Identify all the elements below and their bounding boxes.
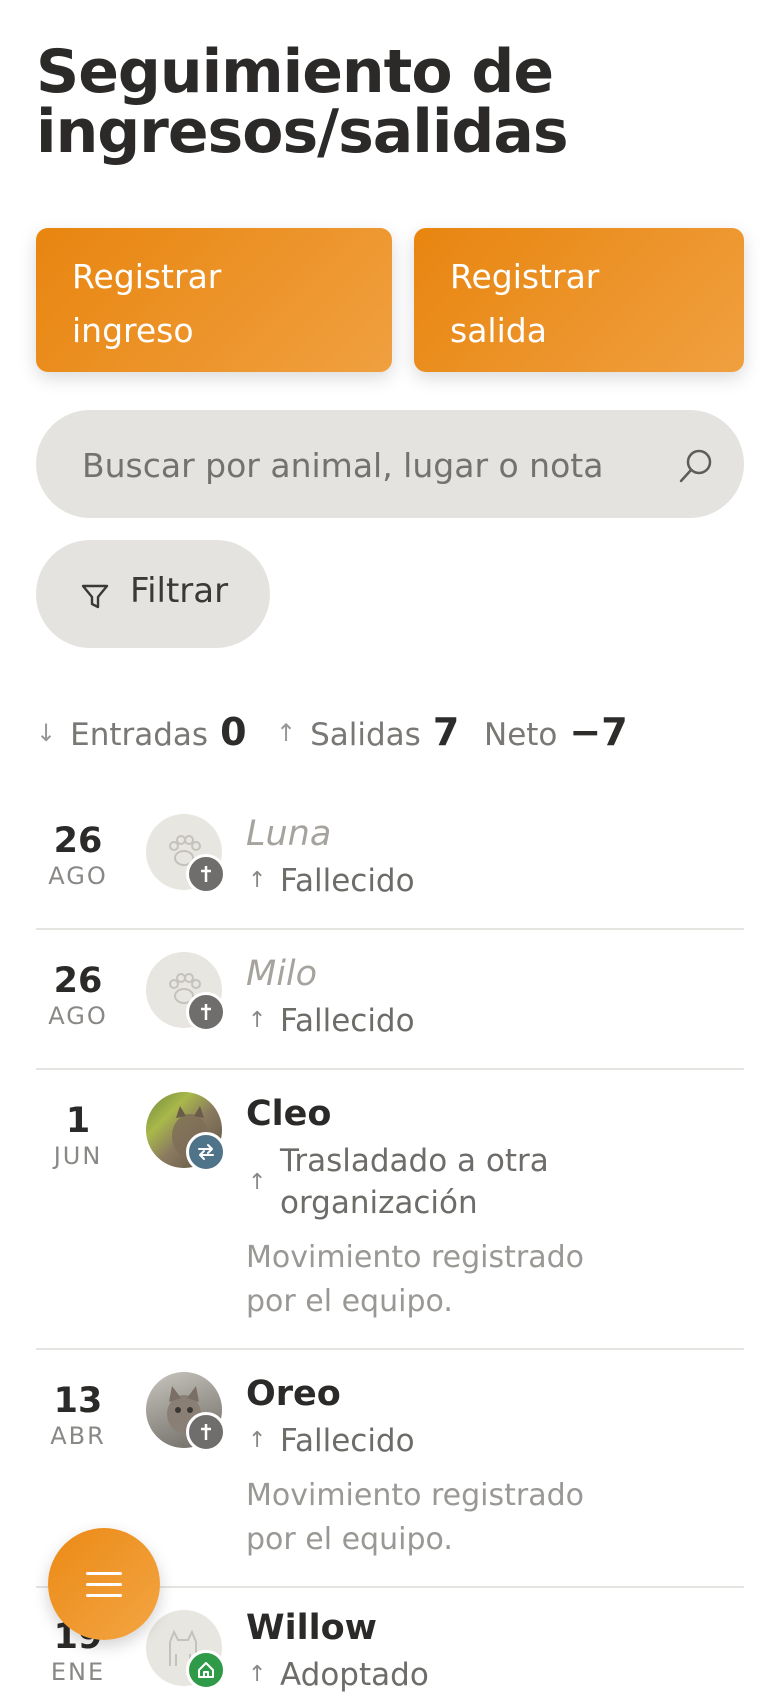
animal-name: Willow: [246, 1608, 377, 1648]
menu-fab-button[interactable]: [48, 1528, 160, 1640]
transfer-icon: [186, 1132, 226, 1172]
register-out-button[interactable]: Registrar salida: [414, 228, 744, 372]
search-icon[interactable]: [676, 446, 716, 486]
filter-label: Filtrar: [130, 571, 229, 611]
animal-name: Milo: [246, 954, 318, 994]
arrow-up-icon: ↑: [248, 1662, 267, 1687]
page-title: Seguimiento de ingresos/salidas: [36, 37, 569, 167]
movement-reason: ↑ Fallecido: [246, 1420, 706, 1462]
search-bar: [36, 410, 744, 518]
movement-note: Movimiento registrado por el equipo.: [246, 1240, 585, 1319]
arrow-up-icon: ↑: [248, 1170, 267, 1195]
avatar: [146, 1610, 226, 1690]
stat-exits: ↑ Salidas 7: [276, 710, 460, 754]
movement-info: Luna ↑ Fallecido: [246, 812, 706, 902]
arrow-up-icon: ↑: [248, 868, 267, 893]
list-item[interactable]: 26 AGO Milo ↑ Fallecido: [36, 928, 744, 1070]
avatar: [146, 1092, 226, 1172]
animal-name: Luna: [246, 814, 332, 854]
animal-name: Cleo: [246, 1094, 332, 1134]
movement-info: Oreo ↑ Fallecido Movimiento registrado por…: [246, 1372, 706, 1562]
animal-name: Oreo: [246, 1374, 341, 1414]
cross-icon: [186, 1412, 226, 1452]
date: 1 JUN: [53, 1101, 103, 1170]
stat-net: Neto −7: [484, 710, 628, 754]
arrow-up-icon: ↑: [248, 1008, 267, 1033]
movement-note: Movimiento registrado por el equipo.: [246, 1478, 585, 1557]
date: 26 AGO: [48, 961, 108, 1030]
stat-entries: ↓ Entradas 0: [36, 710, 247, 754]
movement-stats: ↓ Entradas 0 ↑ Salidas 7 Neto −7: [36, 710, 744, 760]
date: 26 AGO: [48, 821, 108, 890]
avatar: [146, 952, 226, 1032]
search-input[interactable]: [80, 438, 644, 492]
movement-reason: ↑ Trasladado a otra organización: [248, 1143, 549, 1221]
cross-icon: [186, 854, 226, 894]
filter-icon: [81, 584, 109, 609]
avatar: [146, 814, 226, 894]
arrow-up-icon: ↑: [276, 719, 297, 747]
arrow-up-icon: ↑: [248, 1428, 267, 1453]
movement-reason: ↑ Adoptado: [246, 1654, 706, 1696]
home-icon: [186, 1650, 226, 1690]
register-in-button[interactable]: Registrar ingreso: [36, 228, 392, 372]
movement-reason: ↑ Fallecido: [246, 1000, 706, 1042]
movement-info: Willow ↑ Adoptado: [246, 1606, 706, 1696]
avatar: [146, 1372, 226, 1452]
date: 13 ABR: [50, 1381, 106, 1450]
arrow-down-icon: ↓: [36, 719, 57, 747]
list-item[interactable]: 1 JUN Cleo ↑ Trasladado a otra organizació…: [36, 1068, 744, 1350]
action-buttons: Registrar ingreso Registrar salida: [36, 228, 744, 372]
list-item[interactable]: 26 AGO Luna ↑ Fallecido: [36, 798, 744, 930]
cross-icon: [186, 992, 226, 1032]
movement-reason: ↑ Fallecido: [246, 860, 706, 902]
movement-info: Cleo ↑ Trasladado a otra organización Movi…: [246, 1092, 706, 1324]
movement-info: Milo ↑ Fallecido: [246, 952, 706, 1042]
filter-button[interactable]: Filtrar: [36, 540, 270, 648]
